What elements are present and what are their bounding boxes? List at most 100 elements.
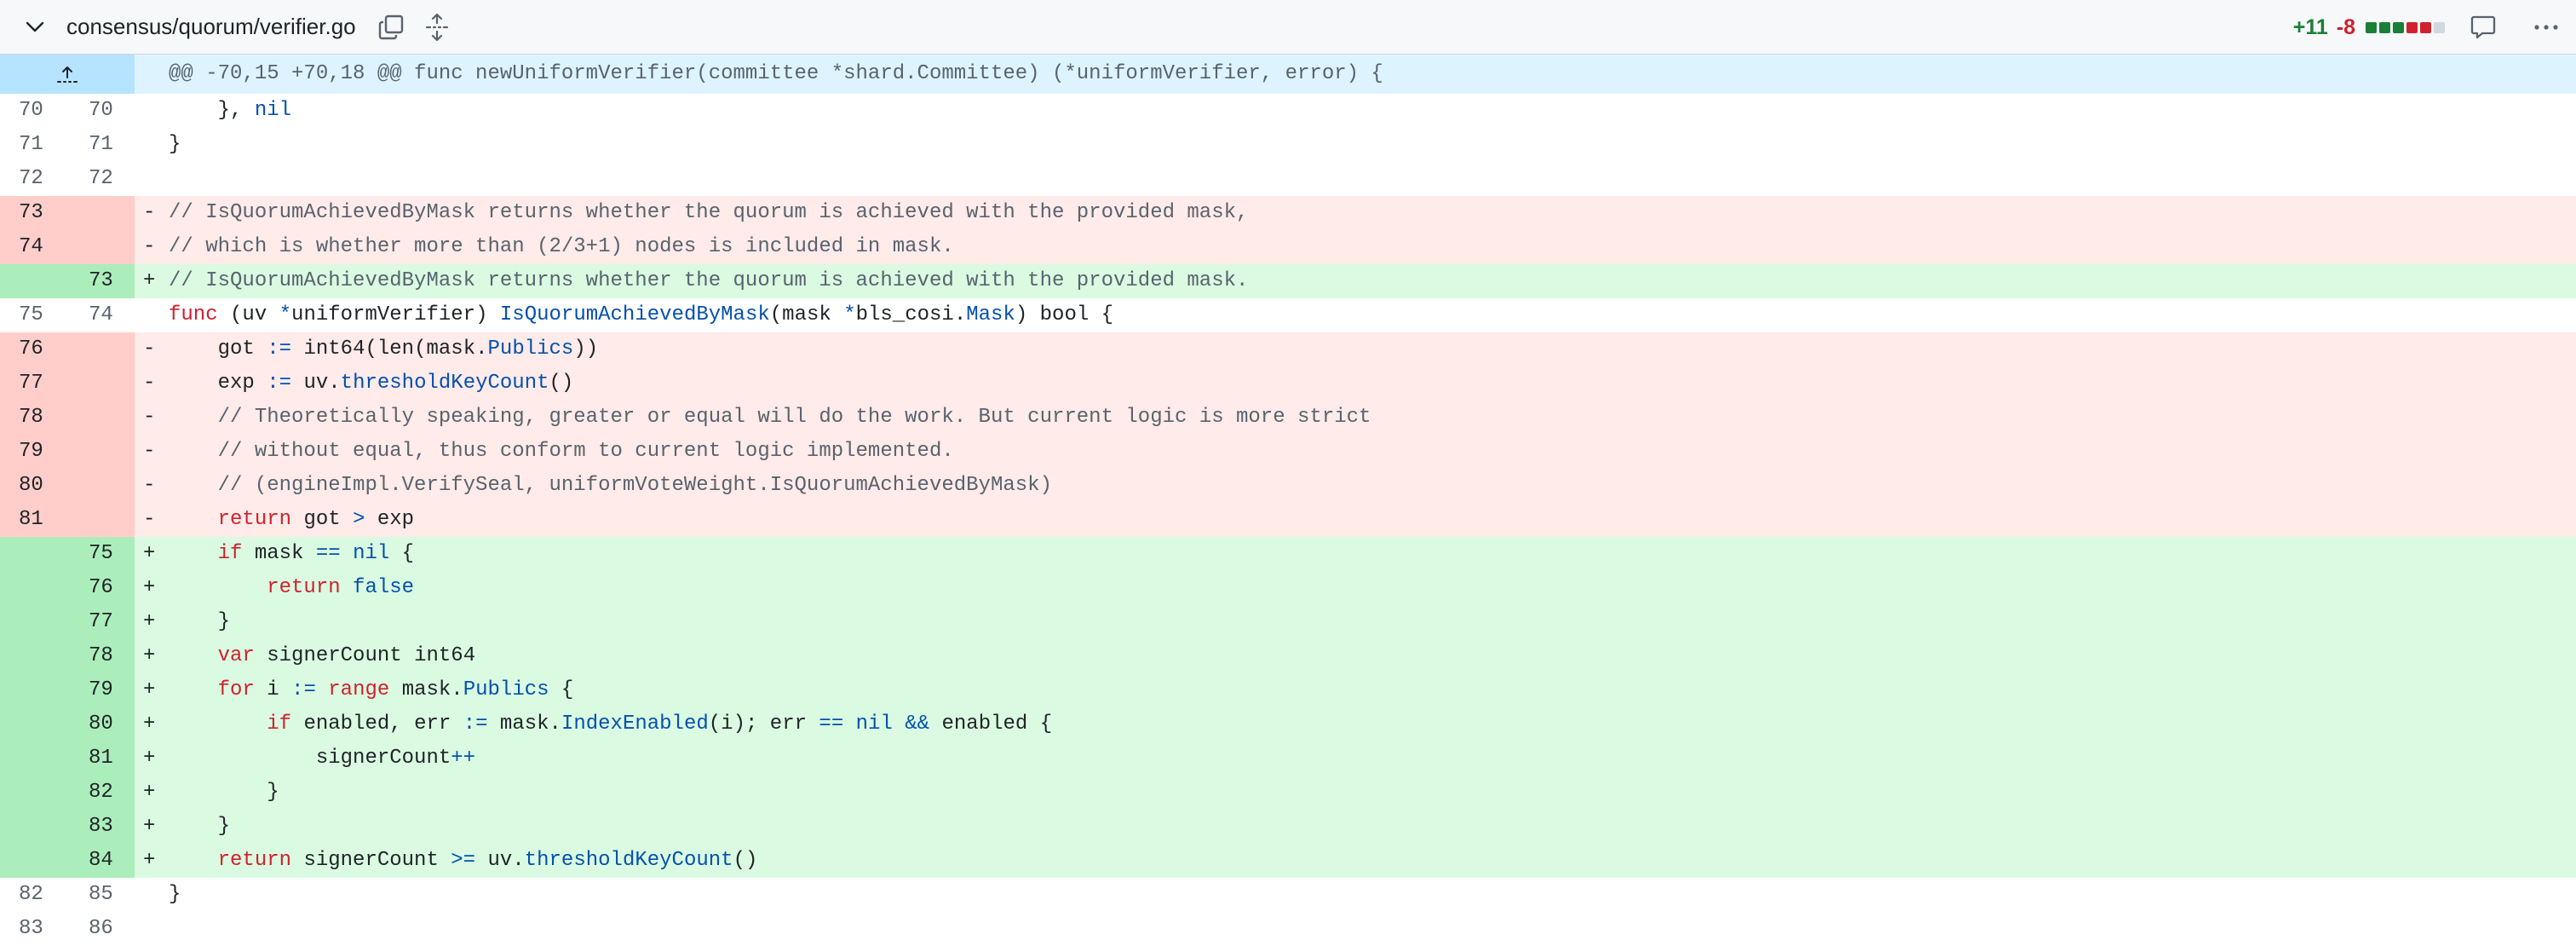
old-line-number[interactable] (0, 537, 67, 571)
diff-line-context: 71 71} (0, 128, 2576, 162)
old-line-number[interactable]: 74 (0, 230, 67, 264)
new-line-number[interactable] (67, 366, 135, 401)
diff-line-added: 76 + return false (0, 571, 2576, 605)
old-line-number[interactable]: 83 (0, 912, 67, 946)
old-line-number[interactable]: 78 (0, 401, 67, 435)
diffstat-block (2406, 21, 2418, 33)
diff-line-added: 75 + if mask == nil { (0, 537, 2576, 571)
deletions-count: -8 (2336, 14, 2355, 39)
new-line-number[interactable]: 81 (67, 741, 135, 776)
new-line-number[interactable]: 84 (67, 844, 135, 878)
comment-icon[interactable] (2469, 13, 2498, 42)
old-line-number[interactable] (0, 844, 67, 878)
old-line-number[interactable] (0, 776, 67, 810)
code-text: return signerCount >= uv.thresholdKeyCou… (217, 849, 758, 872)
new-line-number[interactable] (67, 469, 135, 503)
diff-sign: - (143, 474, 156, 497)
code-text: }, nil (169, 99, 292, 122)
code-cell: }, nil (135, 94, 2576, 128)
old-line-number[interactable]: 71 (0, 128, 67, 162)
new-line-number[interactable]: 71 (67, 128, 135, 162)
old-line-number[interactable]: 82 (0, 878, 67, 912)
new-line-number[interactable]: 77 (67, 605, 135, 639)
new-line-number[interactable]: 80 (67, 707, 135, 741)
code-cell: } (135, 128, 2576, 162)
diff-sign: + (143, 644, 156, 667)
new-line-number[interactable] (67, 332, 135, 366)
new-line-number[interactable]: 79 (67, 673, 135, 707)
file-path[interactable]: consensus/quorum/verifier.go (66, 14, 356, 40)
diff-line-deleted: 76 - got := int64(len(mask.Publics)) (0, 332, 2576, 366)
diff-sign: + (143, 712, 156, 735)
new-line-number[interactable]: 83 (67, 810, 135, 844)
diff-line-added: 79 + for i := range mask.Publics { (0, 673, 2576, 707)
code-cell: + var signerCount int64 (135, 639, 2576, 673)
old-line-number[interactable] (0, 707, 67, 741)
old-line-number[interactable] (0, 639, 67, 673)
new-line-number[interactable]: 85 (67, 878, 135, 912)
new-line-number[interactable]: 72 (67, 162, 135, 196)
old-line-number[interactable] (0, 605, 67, 639)
old-line-number[interactable]: 73 (0, 196, 67, 230)
copy-icon[interactable] (377, 13, 405, 42)
old-line-number[interactable]: 77 (0, 366, 67, 401)
new-line-number[interactable] (67, 401, 135, 435)
new-line-number[interactable]: 75 (67, 537, 135, 571)
old-line-number[interactable]: 79 (0, 435, 67, 469)
diff-line-deleted: 78 - // Theoretically speaking, greater o… (0, 401, 2576, 435)
code-text: // without equal, thus conform to curren… (217, 440, 954, 463)
old-line-number[interactable] (0, 741, 67, 776)
new-line-number[interactable] (67, 435, 135, 469)
old-line-number[interactable]: 75 (0, 298, 67, 332)
new-line-number[interactable]: 76 (67, 571, 135, 605)
diff-line-added: 81 + signerCount++ (0, 741, 2576, 776)
old-line-number[interactable]: 81 (0, 503, 67, 537)
expand-all-icon[interactable] (423, 13, 451, 42)
old-line-number[interactable]: 76 (0, 332, 67, 366)
chevron-down-icon[interactable] (22, 14, 48, 40)
diff-sign: - (143, 508, 156, 531)
new-line-number[interactable] (67, 196, 135, 230)
old-line-number[interactable] (0, 264, 67, 298)
code-text: } (169, 610, 231, 633)
hunk-header-row: @@ -70,15 +70,18 @@ func newUniformVerif… (0, 55, 2576, 94)
new-line-number[interactable]: 86 (67, 912, 135, 946)
code-cell: func (uv *uniformVerifier) IsQuorumAchie… (135, 298, 2576, 332)
new-line-number[interactable] (67, 230, 135, 264)
diff-line-context: 82 85} (0, 878, 2576, 912)
diff-sign: + (143, 678, 156, 701)
new-line-number[interactable]: 70 (67, 94, 135, 128)
diff-line-added: 82 + } (0, 776, 2576, 810)
code-cell: + } (135, 810, 2576, 844)
new-line-number[interactable]: 73 (67, 264, 135, 298)
code-cell (135, 912, 2576, 946)
code-text: } (169, 133, 181, 156)
kebab-horizontal-icon[interactable] (2532, 13, 2561, 42)
code-text: var signerCount int64 (217, 644, 476, 667)
code-text: return got > exp (217, 508, 415, 531)
diff-sign: + (143, 610, 156, 633)
code-cell: } (135, 878, 2576, 912)
code-cell: - return got > exp (135, 503, 2576, 537)
code-text: if mask == nil { (217, 542, 415, 565)
new-line-number[interactable] (67, 503, 135, 537)
old-line-number[interactable] (0, 571, 67, 605)
diff-sign: + (143, 781, 156, 804)
code-cell: - // without equal, thus conform to curr… (135, 435, 2576, 469)
old-line-number[interactable]: 80 (0, 469, 67, 503)
expand-up-icon[interactable] (0, 55, 135, 94)
new-line-number[interactable]: 74 (67, 298, 135, 332)
diffstat-bar (2366, 21, 2445, 33)
diff-line-context: 83 86 (0, 912, 2576, 946)
new-line-number[interactable]: 82 (67, 776, 135, 810)
old-line-number[interactable] (0, 810, 67, 844)
old-line-number[interactable] (0, 673, 67, 707)
code-text: // which is whether more than (2/3+1) no… (169, 235, 954, 258)
diff-sign: + (143, 815, 156, 838)
old-line-number[interactable]: 72 (0, 162, 67, 196)
new-line-number[interactable]: 78 (67, 639, 135, 673)
diff-line-context: 72 72 (0, 162, 2576, 196)
diff-line-deleted: 81 - return got > exp (0, 503, 2576, 537)
old-line-number[interactable]: 70 (0, 94, 67, 128)
code-cell: - // Theoretically speaking, greater or … (135, 401, 2576, 435)
